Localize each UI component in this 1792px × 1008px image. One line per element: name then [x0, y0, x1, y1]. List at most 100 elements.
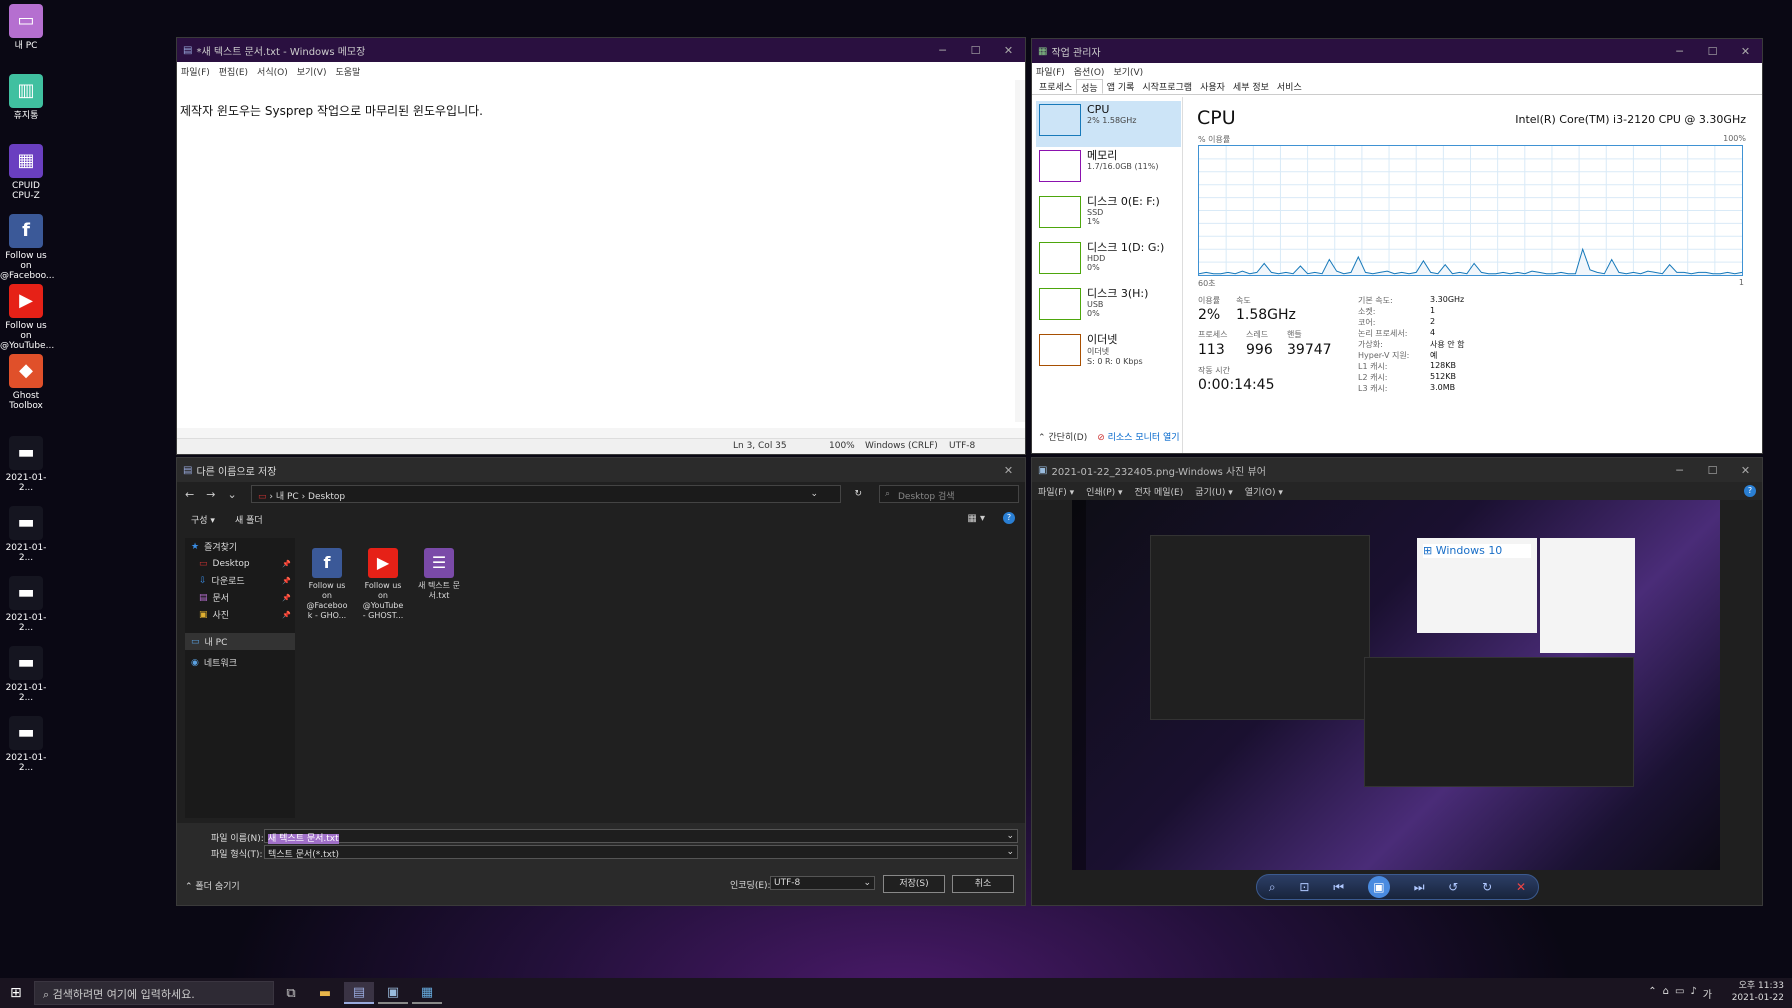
tab-processes[interactable]: 프로세스	[1035, 79, 1076, 94]
menu-open[interactable]: 열기(O) ▾	[1245, 485, 1283, 498]
menu-options[interactable]: 옵션(O)	[1074, 65, 1105, 78]
zoom-icon[interactable]: ⌕	[1269, 880, 1276, 895]
minimize-icon[interactable]: ─	[1663, 464, 1696, 477]
perf-item[interactable]: 디스크 1(D: G:) HDD 0%	[1036, 239, 1181, 285]
task-manager-window[interactable]: ▦ 작업 관리자 ─ ☐ ✕ 파일(F) 옵션(O) 보기(V) 프로세스 성능…	[1031, 38, 1763, 454]
maximize-icon[interactable]: ☐	[1696, 45, 1729, 58]
taskbar-search[interactable]: ⌕ 검색하려면 여기에 입력하세요.	[34, 981, 274, 1005]
menu-view[interactable]: 보기(V)	[1113, 65, 1143, 78]
resource-monitor-link[interactable]: ⊘ 리소스 모니터 열기	[1097, 430, 1179, 443]
tab-app-history[interactable]: 앱 기록	[1103, 79, 1139, 94]
photo-viewer-taskbar-icon[interactable]: ▣	[378, 982, 408, 1004]
file-item[interactable]: ☰ 새 텍스트 문서.txt	[417, 548, 461, 601]
taskmgr-titlebar[interactable]: ▦ 작업 관리자 ─ ☐ ✕	[1032, 39, 1762, 63]
menu-file[interactable]: 파일(F)	[181, 65, 210, 78]
nav-item[interactable]: ◉ 네트워크	[185, 654, 295, 671]
desktop-icon[interactable]: ▬ 2021-01-2...	[0, 436, 52, 493]
maximize-icon[interactable]: ☐	[959, 44, 992, 57]
perf-item[interactable]: 디스크 0(E: F:) SSD 1%	[1036, 193, 1181, 239]
volume-icon[interactable]: ♪	[1690, 986, 1696, 1001]
network-icon[interactable]: ⌂	[1663, 986, 1669, 1001]
chevron-up-icon[interactable]: ⌃	[1648, 986, 1656, 1001]
desktop-icon[interactable]: ▬ 2021-01-2...	[0, 506, 52, 563]
perf-item[interactable]: CPU 2% 1.58GHz	[1036, 101, 1181, 147]
help-icon[interactable]: ?	[1744, 485, 1756, 497]
filename-input[interactable]: 새 텍스트 문서.txt ⌄	[264, 829, 1018, 844]
pin-icon[interactable]: 📌	[282, 577, 291, 585]
view-options-icon[interactable]: ▦ ▾	[967, 513, 985, 524]
tab-services[interactable]: 서비스	[1273, 79, 1306, 94]
close-icon[interactable]: ✕	[992, 44, 1025, 57]
perf-item[interactable]: 디스크 3(H:) USB 0%	[1036, 285, 1181, 331]
nav-item[interactable]: ▤ 문서 📌	[185, 589, 295, 606]
tab-users[interactable]: 사용자	[1196, 79, 1229, 94]
file-explorer-icon[interactable]: ▬	[310, 982, 340, 1004]
refresh-icon[interactable]: ↻	[854, 489, 862, 499]
notepad-taskbar-icon[interactable]: ▤	[344, 982, 374, 1004]
nav-item[interactable]: ★ 즐겨찾기	[185, 538, 295, 555]
minimize-icon[interactable]: ─	[926, 44, 959, 57]
desktop-icon[interactable]: ▶ Follow us on @YouTube...	[0, 284, 54, 351]
encoding-select[interactable]: UTF-8 ⌄	[770, 876, 875, 890]
perf-item[interactable]: 메모리 1.7/16.0GB (11%)	[1036, 147, 1181, 193]
nav-item[interactable]: ▣ 사진 📌	[185, 606, 295, 623]
horizontal-scrollbar[interactable]	[177, 428, 1025, 438]
next-icon[interactable]: ⏭	[1414, 880, 1425, 895]
photoview-titlebar[interactable]: ▣ 2021-01-22_232405.png-Windows 사진 뷰어 ─ …	[1032, 458, 1762, 482]
desktop-icon[interactable]: ▬ 2021-01-2...	[0, 716, 52, 773]
menu-burn[interactable]: 굽기(U) ▾	[1195, 485, 1233, 498]
save-as-dialog[interactable]: ▤ 다른 이름으로 저장 ✕ ← → ⌄ ↑ ▭ › 내 PC › Deskto…	[176, 457, 1026, 906]
rotate-right-icon[interactable]: ↻	[1482, 880, 1492, 894]
brief-view-button[interactable]: ⌃ 간단히(D)	[1038, 430, 1087, 443]
desktop-icon[interactable]: ▦ CPUID CPU-Z	[0, 144, 52, 201]
breadcrumb-desktop[interactable]: Desktop	[308, 492, 345, 502]
battery-icon[interactable]: ▭	[1675, 986, 1684, 1001]
nav-item[interactable]: ▭ Desktop 📌	[185, 555, 295, 572]
start-windows-icon[interactable]: ⊞	[10, 985, 22, 1001]
file-item[interactable]: f Follow us on @Faceboo k - GHO...	[305, 548, 349, 621]
ime-icon[interactable]: 가	[1703, 986, 1712, 1001]
nav-item[interactable]: ⇩ 다운로드 📌	[185, 572, 295, 589]
menu-view[interactable]: 보기(V)	[297, 65, 327, 78]
desktop-icon[interactable]: ▬ 2021-01-2...	[0, 576, 52, 633]
vertical-scrollbar[interactable]	[1015, 80, 1025, 422]
maximize-icon[interactable]: ☐	[1696, 464, 1729, 477]
nav-item[interactable]: ▭ 내 PC	[185, 633, 295, 650]
menu-edit[interactable]: 편집(E)	[219, 65, 248, 78]
delete-icon[interactable]: ✕	[1516, 880, 1526, 894]
perf-item[interactable]: 이더넷 이더넷 S: 0 R: 0 Kbps	[1036, 331, 1181, 377]
menu-file[interactable]: 파일(F)	[1036, 65, 1065, 78]
close-icon[interactable]: ✕	[1729, 464, 1762, 477]
menu-format[interactable]: 서식(O)	[257, 65, 288, 78]
chevron-down-icon[interactable]: ⌄	[1006, 831, 1014, 841]
pin-icon[interactable]: 📌	[282, 611, 291, 619]
new-folder-button[interactable]: 새 폴더	[235, 513, 263, 526]
help-icon[interactable]: ?	[1003, 512, 1015, 524]
notepad-titlebar[interactable]: ▤ *새 텍스트 문서.txt - Windows 메모장 ─ ☐ ✕	[177, 38, 1025, 62]
desktop-icon[interactable]: ▥ 휴지통	[0, 74, 52, 121]
minimize-icon[interactable]: ─	[1663, 45, 1696, 58]
address-bar[interactable]: ▭ › 내 PC › Desktop ⌄ ↻	[251, 485, 862, 503]
previous-icon[interactable]: ⏮	[1333, 880, 1344, 895]
task-view-icon[interactable]: ⧉	[276, 982, 306, 1004]
tab-performance[interactable]: 성능	[1076, 79, 1103, 94]
desktop-icon[interactable]: ◆ Ghost Toolbox	[0, 354, 52, 411]
save-button[interactable]: 저장(S)	[883, 875, 945, 893]
filetype-select[interactable]: 텍스트 문서(*.txt) ⌄	[264, 845, 1018, 860]
breadcrumb-pc[interactable]: 내 PC	[276, 492, 299, 502]
chevron-down-icon[interactable]: ⌄	[863, 878, 871, 888]
search-box[interactable]: ⌕ Desktop 검색	[879, 485, 1019, 503]
menu-print[interactable]: 인쇄(P) ▾	[1086, 485, 1122, 498]
pin-icon[interactable]: 📌	[282, 594, 291, 602]
address-dropdown-icon[interactable]: ⌄	[810, 489, 818, 499]
tab-details[interactable]: 세부 정보	[1229, 79, 1273, 94]
back-arrow-icon[interactable]: ←	[185, 488, 194, 501]
task-manager-taskbar-icon[interactable]: ▦	[412, 982, 442, 1004]
desktop-icon[interactable]: ▭ 내 PC	[0, 4, 52, 51]
clock[interactable]: 오후 11:33 2021-01-22	[1732, 980, 1784, 1004]
notepad-text-area[interactable]: 제작자 윈도우는 Sysprep 작업으로 마무리된 윈도우입니다.	[180, 102, 483, 119]
file-item[interactable]: ▶ Follow us on @YouTube - GHOST...	[361, 548, 405, 621]
forward-arrow-icon[interactable]: →	[206, 488, 215, 501]
tab-startup[interactable]: 시작프로그램	[1138, 79, 1196, 94]
recent-chevron-icon[interactable]: ⌄	[227, 488, 236, 501]
